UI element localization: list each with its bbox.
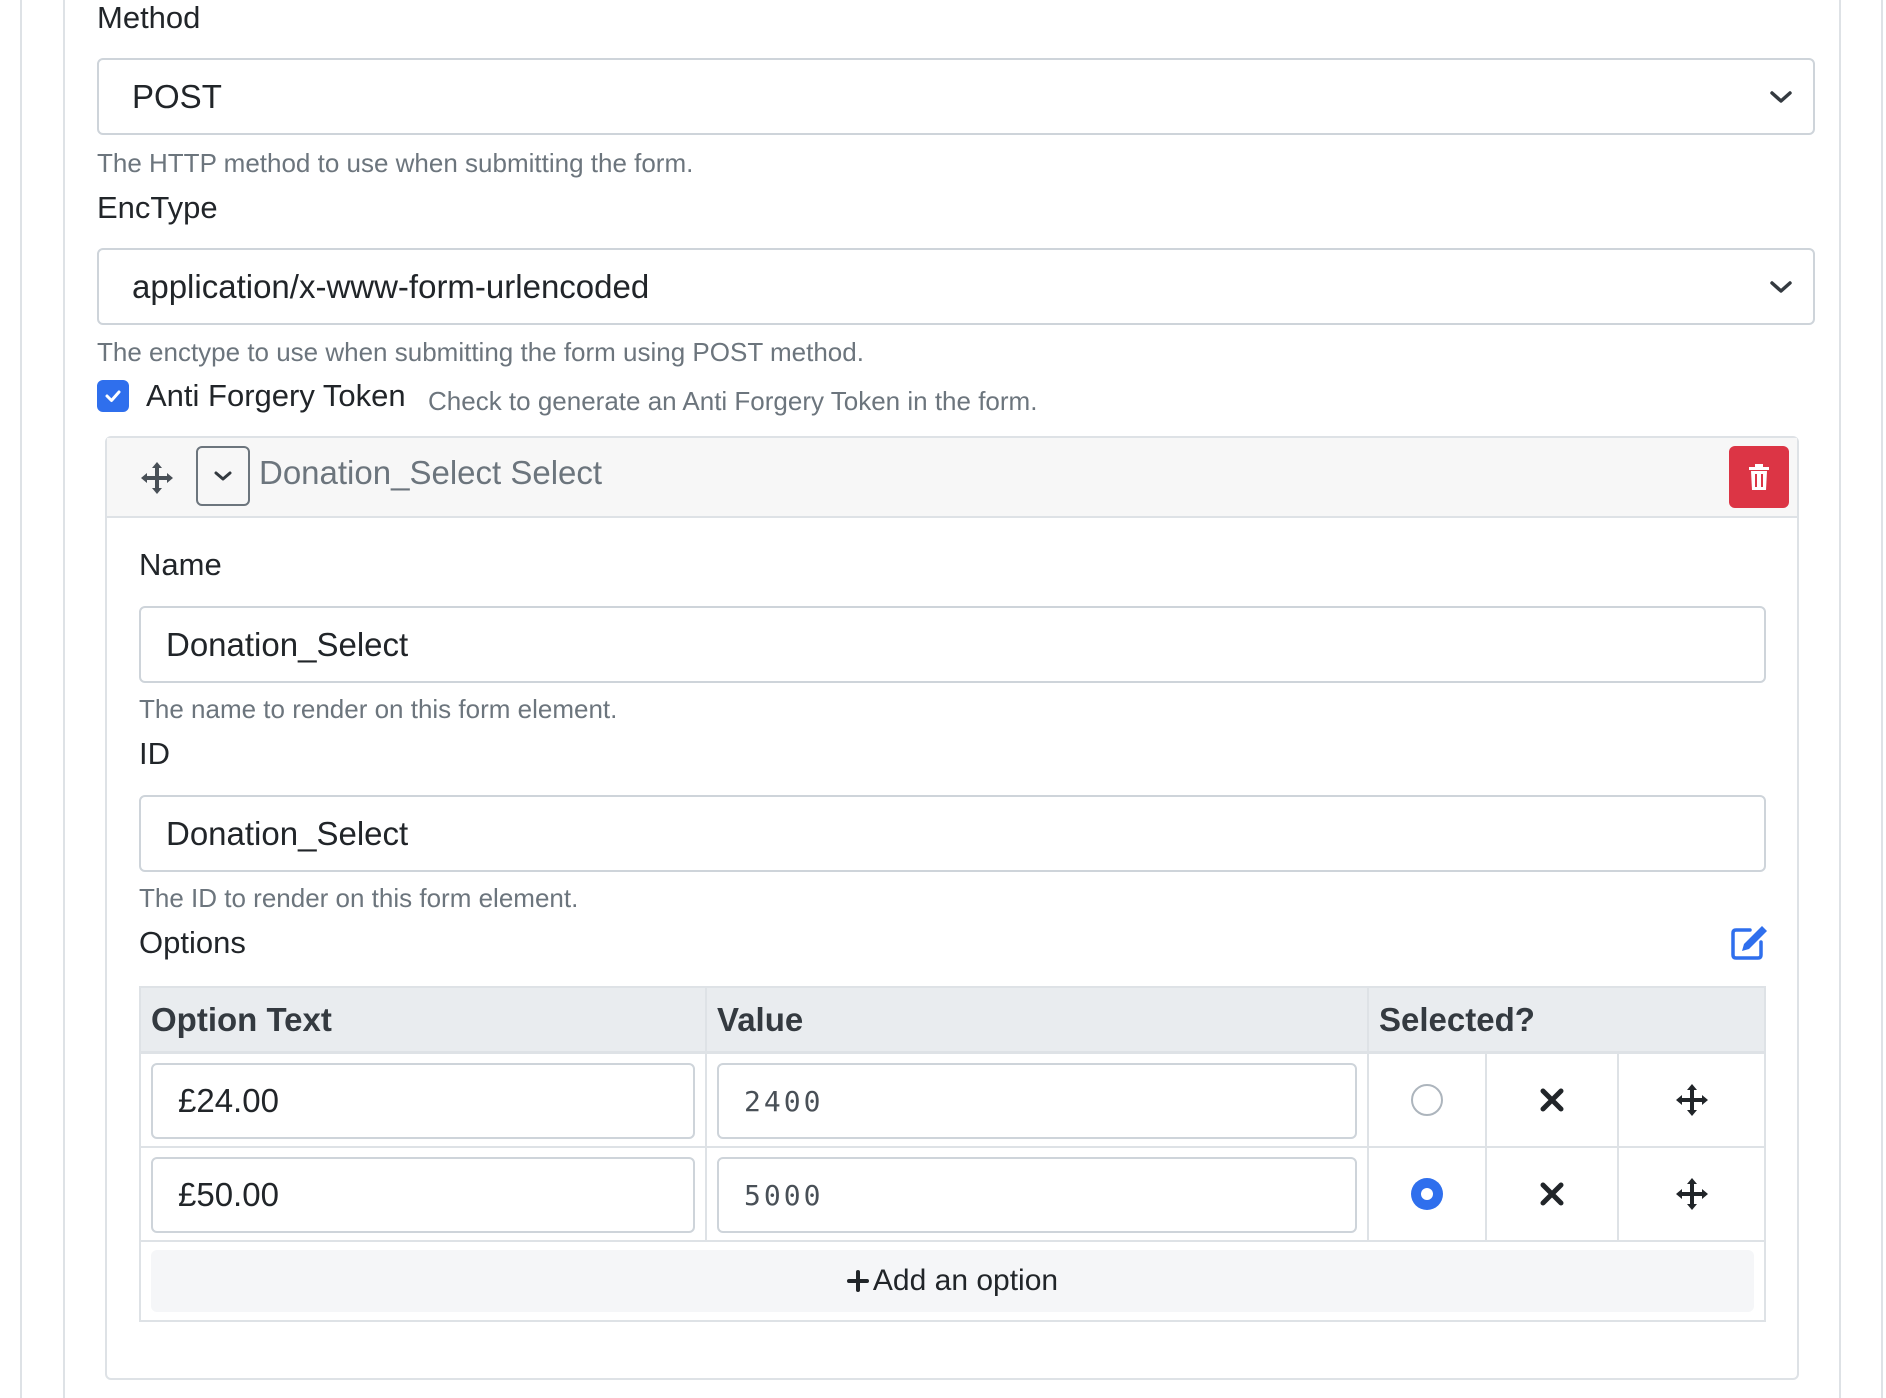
enctype-select[interactable]: application/x-www-form-urlencoded — [97, 248, 1815, 325]
enctype-help: The enctype to use when submitting the f… — [97, 337, 864, 367]
chevron-down-icon — [214, 471, 232, 481]
header-value: Value — [707, 988, 1369, 1054]
option-value-input[interactable]: 2400 — [717, 1063, 1357, 1139]
edit-icon[interactable] — [1730, 924, 1768, 960]
collapse-toggle-button[interactable] — [196, 446, 250, 506]
element-title: Donation_Select Select — [259, 454, 603, 491]
option-text-value: £24.00 — [178, 1082, 279, 1119]
id-label: ID — [139, 736, 170, 771]
option-value: 5000 — [744, 1178, 824, 1212]
table-row: £24.00 — [141, 1054, 707, 1148]
id-value: Donation_Select — [166, 814, 409, 852]
value-cell: 5000 — [707, 1148, 1369, 1242]
close-icon[interactable] — [1539, 1087, 1565, 1113]
plus-icon — [846, 1270, 869, 1292]
option-text-value: £50.00 — [178, 1176, 279, 1213]
remove-cell — [1487, 1054, 1619, 1148]
selected-radio[interactable] — [1410, 1083, 1444, 1117]
table-row: £50.00 — [141, 1148, 707, 1242]
value-cell: 2400 — [707, 1054, 1369, 1148]
anti-forgery-help: Check to generate an Anti Forgery Token … — [428, 386, 1038, 416]
move-icon[interactable] — [139, 460, 175, 496]
card-header: Donation_Select Select — [107, 438, 1797, 518]
chevron-down-icon — [1770, 90, 1792, 103]
method-label: Method — [97, 0, 201, 35]
enctype-value: application/x-www-form-urlencoded — [132, 267, 650, 305]
method-help: The HTTP method to use when submitting t… — [97, 148, 694, 178]
remove-cell — [1487, 1148, 1619, 1242]
id-input[interactable]: Donation_Select — [139, 795, 1766, 872]
delete-element-button[interactable] — [1729, 446, 1789, 508]
selected-radio[interactable] — [1410, 1177, 1444, 1211]
option-text-input[interactable]: £50.00 — [151, 1157, 695, 1233]
method-select[interactable]: POST — [97, 58, 1815, 135]
header-selected: Selected? — [1369, 988, 1764, 1054]
id-help: The ID to render on this form element. — [139, 883, 579, 913]
option-value: 2400 — [744, 1084, 824, 1118]
trash-icon — [1749, 464, 1769, 490]
option-text-input[interactable]: £24.00 — [151, 1063, 695, 1139]
move-cell — [1619, 1054, 1764, 1148]
name-label: Name — [139, 547, 222, 582]
option-value-input[interactable]: 5000 — [717, 1157, 1357, 1233]
move-icon[interactable] — [1674, 1176, 1710, 1212]
selected-cell — [1369, 1054, 1487, 1148]
header-option-text: Option Text — [141, 988, 707, 1054]
close-icon[interactable] — [1539, 1181, 1565, 1207]
anti-forgery-label: Anti Forgery Token — [146, 378, 406, 413]
check-icon — [105, 390, 121, 402]
move-cell — [1619, 1148, 1764, 1242]
anti-forgery-checkbox[interactable] — [97, 380, 129, 412]
method-value: POST — [132, 77, 222, 115]
add-option-button[interactable]: Add an option — [151, 1250, 1754, 1312]
name-value: Donation_Select — [166, 625, 409, 663]
move-icon[interactable] — [1674, 1082, 1710, 1118]
chevron-down-icon — [1770, 280, 1792, 293]
enctype-label: EncType — [97, 190, 218, 225]
options-label: Options — [139, 925, 246, 960]
selected-cell — [1369, 1148, 1487, 1242]
name-help: The name to render on this form element. — [139, 694, 618, 724]
add-option-label: Add an option — [872, 1264, 1059, 1297]
name-input[interactable]: Donation_Select — [139, 606, 1766, 683]
options-table: Option Text Value Selected? £24.00 2400 … — [139, 986, 1766, 1322]
